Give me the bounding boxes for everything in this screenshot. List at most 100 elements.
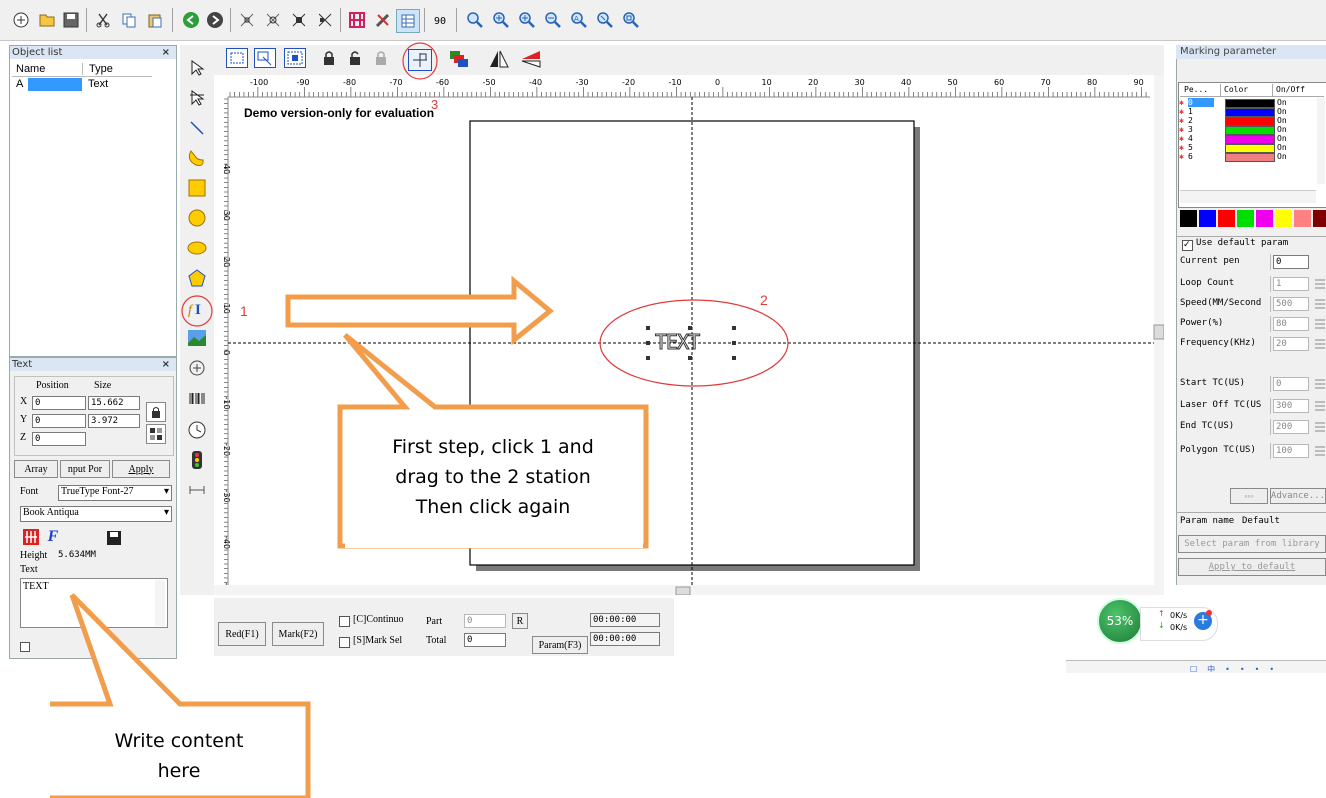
lock-icon[interactable] xyxy=(146,402,166,422)
barcode-font-icon[interactable] xyxy=(22,528,40,546)
z-position-field[interactable]: 0 xyxy=(32,432,86,446)
timer-icon[interactable] xyxy=(185,418,209,442)
color-swatch[interactable] xyxy=(1256,210,1273,227)
polygon-value-field[interactable]: 100 xyxy=(1273,444,1309,458)
current-pen-value-field[interactable]: 0 xyxy=(1273,255,1309,269)
rectangle-icon[interactable] xyxy=(185,176,209,200)
vector-file-icon[interactable] xyxy=(185,356,209,380)
text-tool-icon[interactable]: fI xyxy=(185,296,209,320)
pen-row[interactable]: ✱ 1 On xyxy=(1179,107,1315,117)
size-x-field[interactable]: 15.662 xyxy=(88,396,140,410)
slider-handle-icon[interactable] xyxy=(1313,377,1325,391)
zoom-in-icon[interactable] xyxy=(490,9,512,31)
mirror-horizontal-icon[interactable] xyxy=(488,49,510,69)
color-swatch[interactable] xyxy=(1180,210,1197,227)
pen-row[interactable]: ✱ 2 On xyxy=(1179,116,1315,126)
node3-icon[interactable] xyxy=(288,9,310,31)
use-default-checkbox[interactable]: ✓ xyxy=(1182,240,1193,251)
laser-off-value-field[interactable]: 300 xyxy=(1273,399,1309,413)
start-tc-value-field[interactable]: 0 xyxy=(1273,377,1309,391)
total-count-field[interactable]: 0 xyxy=(464,633,506,647)
line-icon[interactable] xyxy=(185,116,209,140)
pen-row[interactable]: ✱ 4 On xyxy=(1179,134,1315,144)
enable-checkbox[interactable] xyxy=(20,642,30,652)
image-icon[interactable] xyxy=(185,326,209,350)
column-name[interactable]: Name xyxy=(16,63,45,75)
freq-value-field[interactable]: 20 xyxy=(1273,337,1309,351)
reset-button[interactable]: R xyxy=(512,613,528,629)
slider-handle-icon[interactable] xyxy=(1313,297,1325,311)
close-icon[interactable]: × xyxy=(162,46,170,59)
pen-list-hscroll[interactable] xyxy=(1180,190,1316,203)
select-param-button[interactable]: Select param from library xyxy=(1178,535,1326,553)
mirror-vertical-icon[interactable] xyxy=(520,49,542,69)
layer-order-icon[interactable] xyxy=(448,49,470,69)
color-swatch[interactable] xyxy=(1313,210,1326,227)
italic-font-icon[interactable]: F xyxy=(44,528,62,546)
save-font-icon[interactable] xyxy=(106,530,122,546)
circle-icon[interactable] xyxy=(185,206,209,230)
color-swatch[interactable] xyxy=(1275,210,1292,227)
speed-value-field[interactable]: 500 xyxy=(1273,297,1309,311)
lock-icon[interactable] xyxy=(320,49,338,67)
curve-icon[interactable] xyxy=(185,146,209,170)
node-icon[interactable] xyxy=(236,9,258,31)
advance-button[interactable]: Advance... xyxy=(1270,488,1326,504)
cut-icon[interactable] xyxy=(92,9,114,31)
forward-icon[interactable] xyxy=(204,9,226,31)
node2-icon[interactable] xyxy=(262,9,284,31)
x-position-field[interactable]: 0 xyxy=(32,396,86,410)
slider-handle-icon[interactable] xyxy=(1313,337,1325,351)
zoom-all-icon[interactable]: A xyxy=(568,9,590,31)
group-icon[interactable] xyxy=(284,48,306,68)
back-icon[interactable] xyxy=(180,9,202,31)
slider-handle-icon[interactable] xyxy=(1313,420,1325,434)
zoom-sel-icon[interactable] xyxy=(594,9,616,31)
new-icon[interactable] xyxy=(10,9,32,31)
copy-icon[interactable] xyxy=(118,9,140,31)
size-y-field[interactable]: 3.972 xyxy=(88,414,140,428)
open-icon[interactable] xyxy=(36,9,58,31)
ellipse-icon[interactable] xyxy=(185,236,209,260)
color-swatch[interactable] xyxy=(1199,210,1216,227)
text-scrollbar[interactable] xyxy=(155,580,165,626)
mark-selected-checkbox[interactable] xyxy=(339,637,350,648)
signal-icon[interactable] xyxy=(185,448,209,472)
red-button[interactable]: Red(F1) xyxy=(218,622,266,646)
color-swatch[interactable] xyxy=(1237,210,1254,227)
column-pen[interactable]: Pe... xyxy=(1184,84,1208,96)
y-position-field[interactable]: 0 xyxy=(32,414,86,428)
end-tc-value-field[interactable]: 200 xyxy=(1273,420,1309,434)
param-button[interactable]: Param(F3) xyxy=(532,636,588,654)
color-swatch[interactable] xyxy=(1294,210,1311,227)
text-content-field[interactable]: TEXT xyxy=(20,578,168,628)
input-port-button[interactable]: nput Por xyxy=(60,460,110,478)
pen-list-vscroll[interactable] xyxy=(1317,98,1325,184)
apply-button[interactable]: Apply xyxy=(112,460,170,478)
node4-icon[interactable] xyxy=(314,9,336,31)
column-color[interactable]: Color xyxy=(1220,84,1248,96)
node-edit-icon[interactable] xyxy=(185,86,209,110)
grid-icon[interactable] xyxy=(396,9,420,33)
column-type[interactable]: Type xyxy=(82,63,113,75)
power-value-field[interactable]: 80 xyxy=(1273,317,1309,331)
slider-handle-icon[interactable] xyxy=(1313,277,1325,291)
column-onoff[interactable]: On/Off xyxy=(1272,84,1305,96)
continuous-checkbox[interactable] xyxy=(339,616,350,627)
polygon-icon[interactable] xyxy=(185,266,209,290)
hatch-icon[interactable] xyxy=(346,9,368,31)
loop-value-field[interactable]: 1 xyxy=(1273,277,1309,291)
apply-default-button[interactable]: Apply to default xyxy=(1178,558,1326,576)
align-icon[interactable] xyxy=(146,424,166,444)
zoom-in2-icon[interactable] xyxy=(516,9,538,31)
color-swatch[interactable] xyxy=(1218,210,1235,227)
paste-icon[interactable] xyxy=(144,9,166,31)
zoom-out-icon[interactable] xyxy=(542,9,564,31)
nodes-icon[interactable]: 90 xyxy=(430,9,452,31)
font-type-select[interactable]: TrueType Font-27 ▾ xyxy=(58,485,172,501)
mark-button[interactable]: Mark(F2) xyxy=(272,622,324,646)
select-invert-icon[interactable] xyxy=(254,48,276,68)
font-name-select[interactable]: Book Antiqua ▾ xyxy=(20,506,172,522)
barcode-icon[interactable] xyxy=(185,388,209,412)
part-count-field[interactable]: 0 xyxy=(464,614,506,628)
